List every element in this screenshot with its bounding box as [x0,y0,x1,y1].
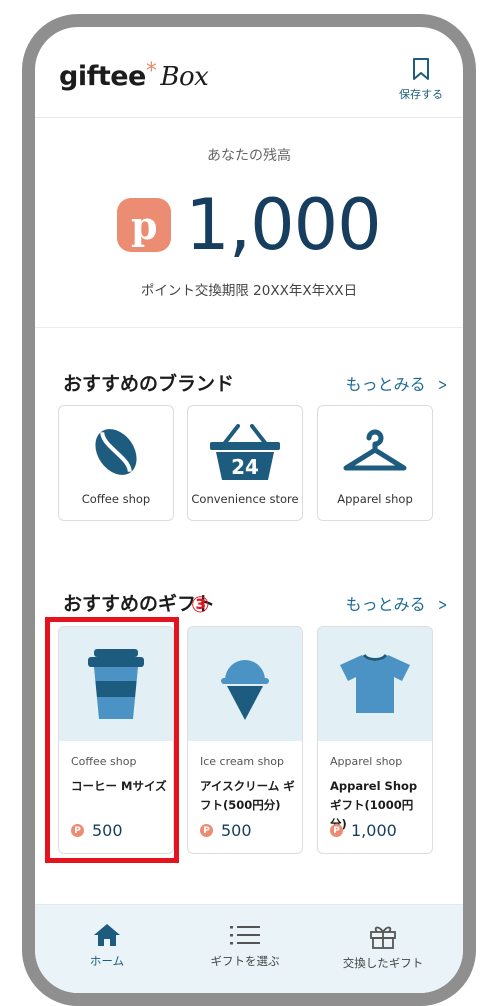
gift-image [318,627,432,741]
save-button[interactable]: 保存する [393,57,449,102]
app-header: giftee* Box 保存する [35,27,463,118]
gift-brand: Apparel shop [330,755,403,768]
hanger-icon [343,429,407,471]
gift-icon [370,926,396,949]
divider [35,327,463,328]
point-icon: p [117,198,172,252]
gifts-more-link[interactable]: もっとみる > [346,591,449,615]
tshirt-icon [340,653,410,713]
brand-card-convenience-store[interactable]: 24 Convenience store [187,405,303,521]
step-number-annotation: ③ [191,593,210,618]
tab-home[interactable]: ホーム [47,923,167,969]
point-icon: P [200,824,213,837]
brands-section-title: おすすめのブランド [63,373,235,395]
balance-value: 1,000 [185,184,381,266]
home-icon [94,924,120,946]
gift-card-ice-cream[interactable]: Ice cream shop アイスクリーム ギフト(500円分) P 500 [187,626,303,854]
gift-card-apparel[interactable]: Apparel shop Apparel Shop ギフト(1000円分) P1… [317,626,433,854]
bookmark-icon [413,58,429,80]
shopping-basket-icon: 24 [210,424,280,480]
highlight-box [45,617,179,863]
brand-card-coffee-shop[interactable]: Coffee shop [58,405,174,521]
point-icon: P [330,824,343,837]
chevron-right-icon: > [437,375,447,394]
coffee-bean-icon [95,429,137,475]
chevron-right-icon: > [437,595,447,614]
basket-24-label: 24 [231,455,259,479]
bottom-tab-bar: ホーム ギフトを選ぶ 交換したギフト [35,904,463,993]
brands-more-link[interactable]: もっとみる > [346,371,449,395]
point-expiry: ポイント交換期限 20XX年X年XX日 [140,283,358,299]
brand-name: Apparel shop [337,492,413,506]
gift-name: アイスクリーム ギフト(500円分) [200,779,295,812]
gift-brand: Ice cream shop [200,755,285,768]
gift-price: P 1,000 [330,821,397,840]
app-logo: giftee* Box [59,59,209,92]
save-label: 保存する [399,88,443,101]
list-icon [230,926,260,945]
balance-label: あなたの残高 [207,148,291,164]
brand-name: Convenience store [191,492,299,506]
tab-label: 交換したギフト [342,956,424,970]
brand-name: Coffee shop [81,492,151,506]
ice-cream-icon [221,660,269,720]
tab-label: ギフトを選ぶ [210,954,280,968]
tab-choose-gift[interactable]: ギフトを選ぶ [185,923,305,969]
tab-exchanged-gifts[interactable]: 交換したギフト [323,923,443,971]
balance-display: p 1,000 [35,185,463,265]
tab-label: ホーム [89,954,125,968]
gift-image [188,627,302,741]
brand-card-apparel-shop[interactable]: Apparel shop [317,405,433,521]
gift-price: P 500 [200,821,252,840]
